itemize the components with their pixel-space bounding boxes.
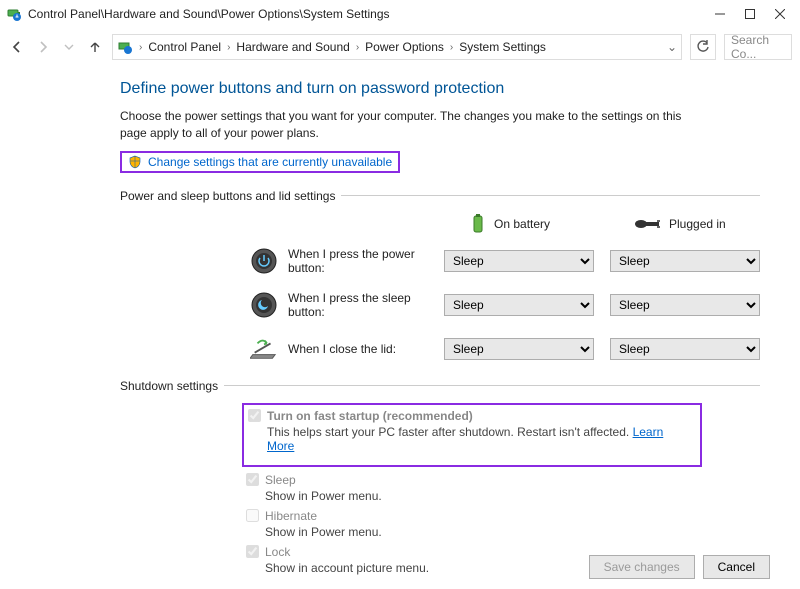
shutdown-item-hibernate: Hibernate Show in Power menu. <box>246 509 760 539</box>
row-label: When I press the power button: <box>288 247 444 275</box>
control-panel-icon <box>117 39 133 55</box>
laptop-lid-icon <box>250 335 278 363</box>
close-button[interactable] <box>774 8 786 20</box>
recent-locations-button[interactable] <box>60 38 78 56</box>
page-title: Define power buttons and turn on passwor… <box>120 80 760 98</box>
change-settings-highlight: Change settings that are currently unava… <box>120 151 400 173</box>
checkbox-label: Lock <box>265 545 290 559</box>
chevron-right-icon[interactable]: › <box>225 42 232 53</box>
group-power-sleep-label: Power and sleep buttons and lid settings <box>120 189 760 203</box>
sleep-button-plugged-select[interactable]: Sleep <box>610 294 760 316</box>
checkbox-label: Sleep <box>265 473 296 487</box>
search-placeholder: Search Co... <box>731 34 785 60</box>
save-changes-button[interactable]: Save changes <box>589 555 695 579</box>
breadcrumb[interactable]: › Control Panel › Hardware and Sound › P… <box>112 34 682 60</box>
minimize-button[interactable] <box>714 8 726 20</box>
fast-startup-checkbox[interactable] <box>248 409 261 422</box>
row-close-lid: When I close the lid: Sleep Sleep <box>120 335 760 363</box>
group-shutdown-label: Shutdown settings <box>120 379 760 393</box>
checkbox-label: Turn on fast startup (recommended) <box>267 409 473 423</box>
breadcrumb-item[interactable]: Power Options <box>365 40 444 54</box>
content-area: Define power buttons and turn on passwor… <box>0 66 800 575</box>
power-button-icon <box>250 247 278 275</box>
sleep-button-battery-select[interactable]: Sleep <box>444 294 594 316</box>
col-label: Plugged in <box>669 217 726 231</box>
close-lid-plugged-select[interactable]: Sleep <box>610 338 760 360</box>
shutdown-item-sleep: Sleep Show in Power menu. <box>246 473 760 503</box>
checkbox-label: Hibernate <box>265 509 317 523</box>
breadcrumb-item[interactable]: System Settings <box>459 40 546 54</box>
refresh-button[interactable] <box>690 34 716 60</box>
checkbox-description: Show in Power menu. <box>265 525 760 539</box>
window-controls <box>714 8 794 20</box>
cancel-button[interactable]: Cancel <box>703 555 770 579</box>
col-plugged-in: Plugged in <box>635 213 760 235</box>
row-label: When I press the sleep button: <box>288 291 444 319</box>
row-label: When I close the lid: <box>288 342 444 356</box>
plug-icon <box>635 218 661 230</box>
col-on-battery: On battery <box>470 213 595 235</box>
up-button[interactable] <box>86 38 104 56</box>
group-label-text: Power and sleep buttons and lid settings <box>120 189 335 203</box>
chevron-down-icon[interactable]: ⌄ <box>667 40 677 54</box>
row-sleep-button: When I press the sleep button: Sleep Sle… <box>120 291 760 319</box>
forward-button[interactable] <box>34 38 52 56</box>
chevron-right-icon[interactable]: › <box>448 42 455 53</box>
titlebar: Control Panel\Hardware and Sound\Power O… <box>0 0 800 28</box>
power-options-icon <box>6 6 22 22</box>
battery-icon <box>470 213 486 235</box>
row-power-button: When I press the power button: Sleep Sle… <box>120 247 760 275</box>
lock-checkbox[interactable] <box>246 545 259 558</box>
shield-icon <box>128 155 142 169</box>
power-button-battery-select[interactable]: Sleep <box>444 250 594 272</box>
column-headers: On battery Plugged in <box>120 213 760 235</box>
sleep-button-icon <box>250 291 278 319</box>
shutdown-item-fast-startup: Turn on fast startup (recommended) This … <box>248 409 690 453</box>
fast-startup-highlight: Turn on fast startup (recommended) This … <box>242 403 702 467</box>
back-button[interactable] <box>8 38 26 56</box>
checkbox-description: This helps start your PC faster after sh… <box>267 425 690 453</box>
navigation-toolbar: › Control Panel › Hardware and Sound › P… <box>0 28 800 66</box>
chevron-right-icon[interactable]: › <box>354 42 361 53</box>
chevron-right-icon[interactable]: › <box>137 42 144 53</box>
close-lid-battery-select[interactable]: Sleep <box>444 338 594 360</box>
breadcrumb-item[interactable]: Hardware and Sound <box>236 40 349 54</box>
checkbox-description: Show in Power menu. <box>265 489 760 503</box>
button-row: Save changes Cancel <box>589 555 770 579</box>
col-label: On battery <box>494 217 550 231</box>
search-input[interactable]: Search Co... <box>724 34 792 60</box>
maximize-button[interactable] <box>744 8 756 20</box>
hibernate-checkbox[interactable] <box>246 509 259 522</box>
change-settings-link[interactable]: Change settings that are currently unava… <box>148 155 392 169</box>
window-title: Control Panel\Hardware and Sound\Power O… <box>28 7 390 21</box>
power-button-plugged-select[interactable]: Sleep <box>610 250 760 272</box>
group-label-text: Shutdown settings <box>120 379 218 393</box>
intro-text: Choose the power settings that you want … <box>120 108 690 143</box>
sleep-checkbox[interactable] <box>246 473 259 486</box>
breadcrumb-item[interactable]: Control Panel <box>148 40 221 54</box>
